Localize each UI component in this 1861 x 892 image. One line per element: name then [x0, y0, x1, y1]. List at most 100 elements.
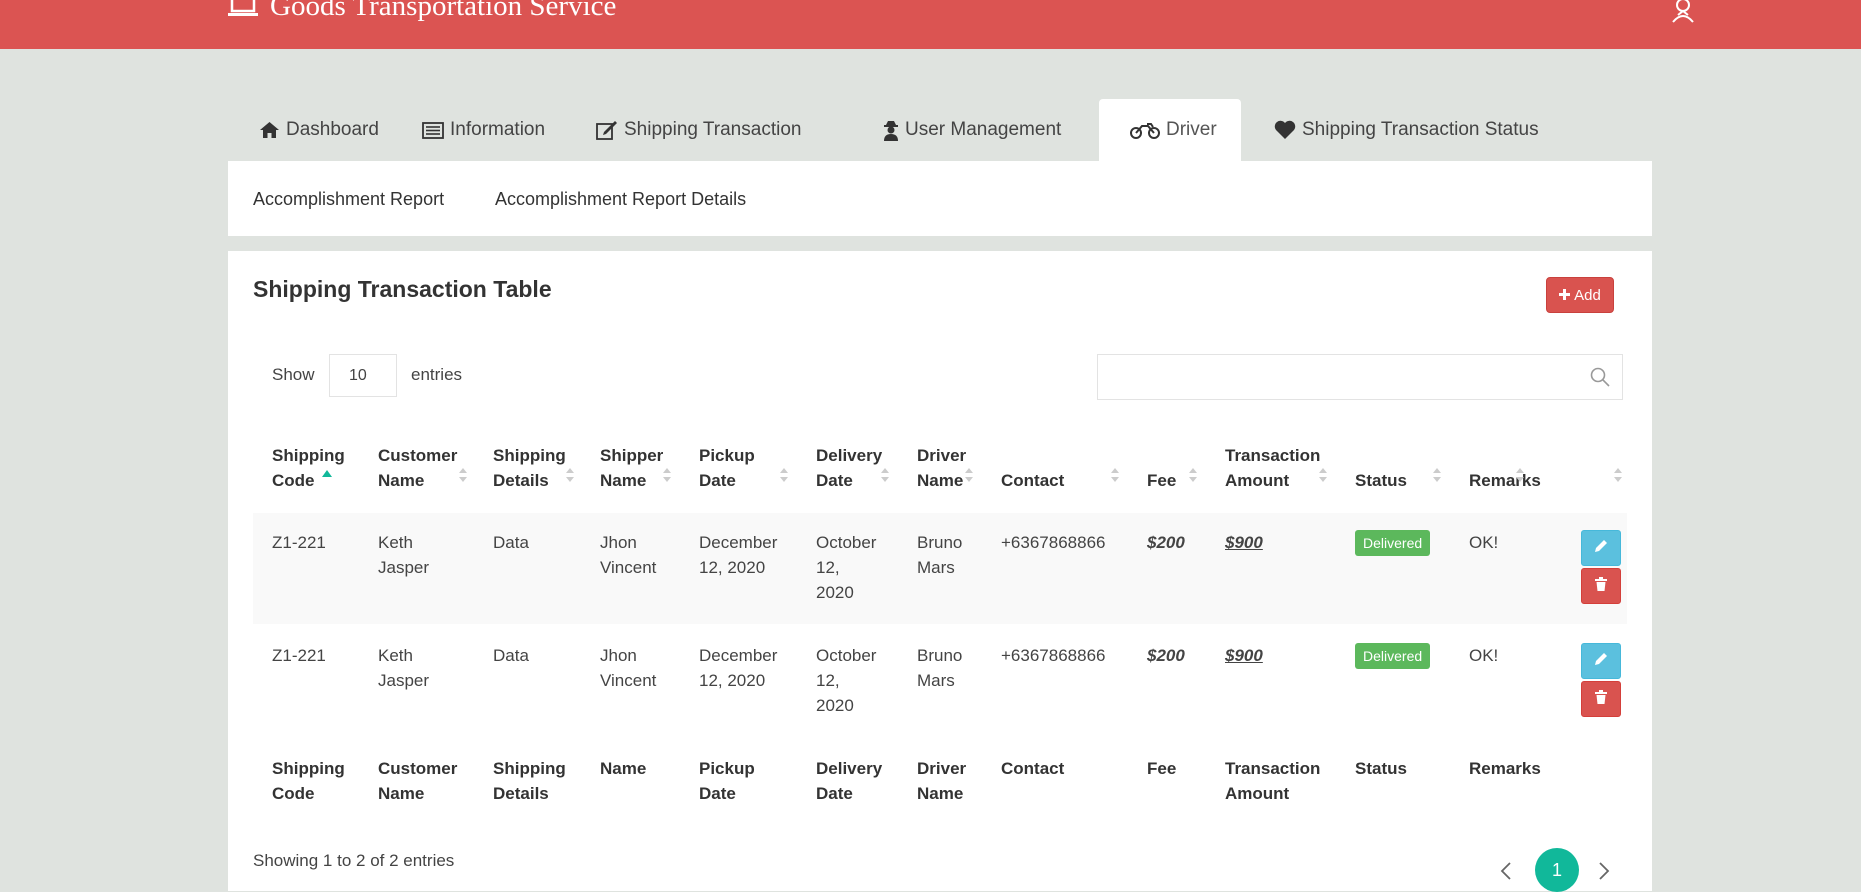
tab-label: Information	[450, 119, 546, 140]
show-label: Show	[272, 365, 315, 384]
col-remarks[interactable]: Remarks	[1469, 443, 1541, 493]
edit-icon	[596, 120, 618, 140]
cell-delivery-date: October 12, 2020	[816, 646, 877, 715]
sort-both-icon[interactable]	[880, 467, 890, 488]
sort-both-icon[interactable]	[458, 467, 468, 488]
link-accomplishment-report-details[interactable]: Accomplishment Report Details	[495, 189, 746, 210]
trash-icon	[1595, 689, 1607, 709]
col-status[interactable]: Status	[1355, 443, 1407, 493]
main-tabs: Dashboard Information Shipping Transacti…	[228, 99, 1652, 161]
foot-status: Status	[1355, 759, 1407, 778]
col-shipping-details[interactable]: Shipping Details	[493, 443, 566, 493]
sort-both-icon[interactable]	[1613, 467, 1623, 488]
sort-asc-icon[interactable]	[321, 467, 333, 486]
col-pickup-date[interactable]: Pickup Date	[699, 443, 755, 493]
col-contact[interactable]: Contact	[1001, 443, 1064, 493]
brand[interactable]: Goods Transportation Service	[228, 0, 616, 22]
user-menu-icon[interactable]	[1670, 0, 1696, 29]
col-driver-name[interactable]: Driver Name	[917, 443, 966, 493]
tab-dashboard[interactable]: Dashboard	[228, 99, 410, 161]
search-icon[interactable]	[1590, 367, 1610, 392]
add-label: Add	[1574, 286, 1601, 304]
sort-both-icon[interactable]	[1188, 467, 1198, 488]
top-bar: Goods Transportation Service	[0, 0, 1861, 49]
sort-both-icon[interactable]	[1515, 467, 1525, 488]
foot-contact: Contact	[1001, 759, 1065, 778]
tab-user-management[interactable]: User Management	[855, 99, 1099, 161]
panel-title: Shipping Transaction Table	[253, 276, 552, 302]
cell-shipping-details: Data	[493, 646, 529, 665]
foot-remarks: Remarks	[1469, 759, 1541, 778]
status-badge: Delivered	[1355, 643, 1431, 669]
status-badge: Delivered	[1355, 530, 1431, 556]
page-1-button[interactable]: 1	[1535, 848, 1579, 892]
cell-remarks: OK!	[1469, 646, 1499, 665]
list-icon	[422, 121, 444, 139]
link-accomplishment-report[interactable]: Accomplishment Report	[253, 189, 444, 210]
cell-transaction-amount[interactable]: $900	[1225, 643, 1263, 668]
tab-driver[interactable]: Driver	[1099, 99, 1241, 161]
table-header: Shipping Code Customer Name Shipping Detail…	[253, 443, 1627, 503]
sort-both-icon[interactable]	[1110, 467, 1120, 488]
chevron-left-icon[interactable]	[1500, 861, 1512, 886]
delete-button[interactable]	[1581, 568, 1621, 604]
search-input[interactable]	[1108, 355, 1582, 399]
tab-label: Driver	[1166, 119, 1217, 140]
col-shipping-code[interactable]: Shipping Code	[272, 443, 345, 493]
add-button[interactable]: Add	[1546, 277, 1614, 313]
chevron-right-icon[interactable]	[1598, 861, 1610, 886]
delete-button[interactable]	[1581, 681, 1621, 717]
plus-icon	[1559, 287, 1571, 304]
foot-delivery-date: Delivery Date	[816, 759, 883, 803]
sort-both-icon[interactable]	[964, 467, 974, 488]
laptop-icon	[228, 0, 258, 18]
col-transaction-amount[interactable]: Transaction Amount	[1225, 443, 1320, 493]
app-title: Goods Transportation Service	[270, 0, 617, 22]
sort-both-icon[interactable]	[1432, 467, 1442, 488]
sort-both-icon[interactable]	[779, 467, 789, 488]
table-row: Z1-221 Keth Jasper Data Jhon Vincent Decem…	[253, 626, 1627, 737]
foot-customer-name: Customer Name	[378, 759, 458, 803]
cell-fee: $200	[1147, 646, 1185, 665]
edit-button[interactable]	[1581, 643, 1621, 679]
cell-customer-name: Keth Jasper	[378, 533, 430, 577]
col-delivery-date[interactable]: Delivery Date	[816, 443, 882, 493]
tab-information[interactable]: Information	[410, 99, 596, 161]
cell-shipping-details: Data	[493, 533, 529, 552]
search-field[interactable]	[1097, 354, 1623, 400]
cell-pickup-date: December 12, 2020	[699, 646, 778, 690]
entries-label: entries	[411, 365, 463, 384]
col-customer-name[interactable]: Customer Name	[378, 443, 457, 493]
cell-fee: $200	[1147, 533, 1185, 552]
tab-shipping-transaction-status[interactable]: Shipping Transaction Status	[1241, 99, 1571, 161]
sort-both-icon[interactable]	[662, 467, 672, 488]
tab-shipping-transaction[interactable]: Shipping Transaction	[596, 99, 855, 161]
sort-both-icon[interactable]	[1318, 467, 1328, 488]
cell-driver-name: Bruno Mars	[917, 533, 963, 577]
table-info: Showing 1 to 2 of 2 entries	[253, 851, 455, 870]
cell-transaction-amount[interactable]: $900	[1225, 530, 1263, 555]
col-shipper-name[interactable]: Shipper Name	[600, 443, 663, 493]
home-icon	[259, 121, 280, 139]
user-secret-icon	[883, 120, 899, 141]
pencil-icon	[1594, 652, 1608, 671]
foot-pickup-date: Pickup Date	[699, 759, 755, 803]
cell-shipper-name: Jhon Vincent	[600, 533, 657, 577]
foot-transaction-amount: Transaction Amount	[1225, 759, 1321, 803]
table-footer: Shipping Code Customer Name Shipping Detail…	[253, 756, 1627, 816]
sub-navigation: Accomplishment Report Accomplishment Rep…	[228, 161, 1652, 236]
motorcycle-icon	[1130, 121, 1160, 139]
foot-driver-name: Driver Name	[917, 759, 967, 803]
col-fee[interactable]: Fee	[1147, 443, 1176, 493]
cell-delivery-date: October 12, 2020	[816, 533, 877, 602]
cell-contact: +6367868866	[1001, 533, 1106, 552]
cell-customer-name: Keth Jasper	[378, 646, 430, 690]
edit-button[interactable]	[1581, 530, 1621, 566]
cell-pickup-date: December 12, 2020	[699, 533, 778, 577]
cell-shipping-code: Z1-221	[272, 646, 326, 665]
foot-shipping-code: Shipping Code	[272, 759, 345, 803]
trash-icon	[1595, 576, 1607, 596]
sort-both-icon[interactable]	[565, 467, 575, 488]
page-length-select[interactable]: 10	[329, 354, 397, 397]
tab-label: Dashboard	[286, 119, 379, 140]
